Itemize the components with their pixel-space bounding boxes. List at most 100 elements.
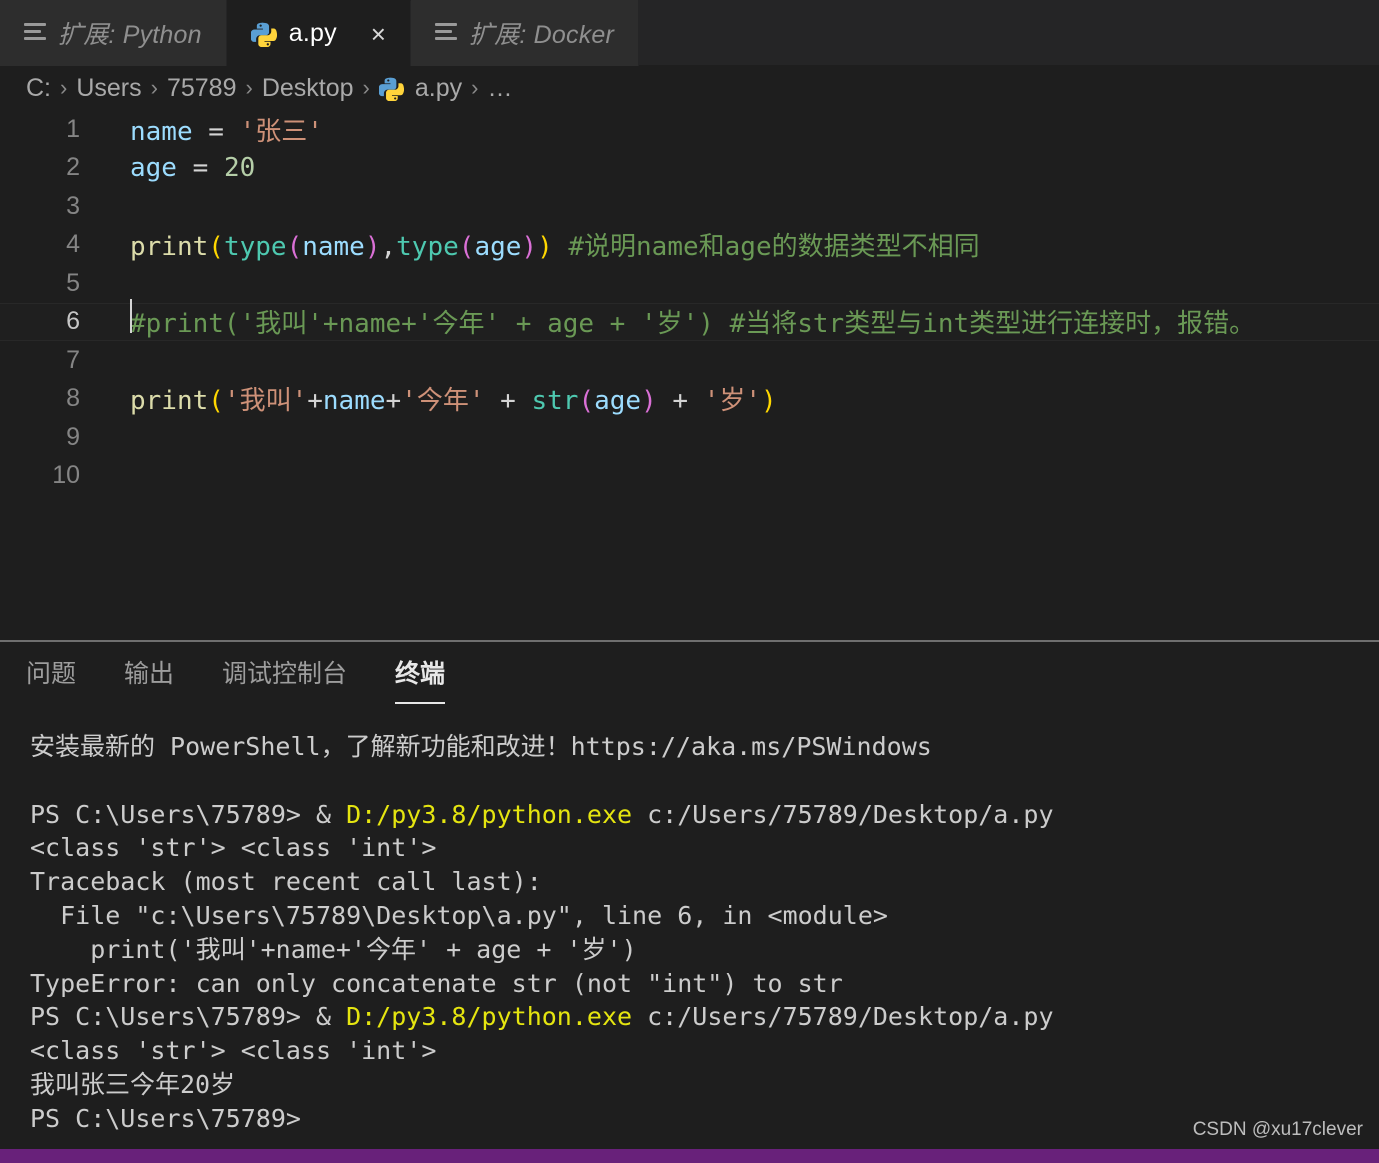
code-token: )	[641, 386, 657, 417]
code-token: name	[130, 116, 193, 147]
code-line[interactable]: 7	[0, 341, 1379, 380]
terminal-line: print('我叫'+name+'今年' + age + '岁')	[30, 933, 1379, 967]
code-token: str	[531, 386, 579, 417]
line-number: 7	[66, 345, 80, 374]
python-icon	[250, 21, 277, 48]
terminal-segment: PS C:\Users\75789>	[30, 1103, 301, 1133]
vscode-window: 扩展: Python a.py × 扩展: Docker C: › Users › 75789…	[0, 0, 1379, 1163]
panel-tab-1[interactable]: 输出	[124, 654, 196, 704]
code-token: '今年'	[401, 386, 485, 417]
code-token: age	[594, 386, 642, 417]
code-token: type	[396, 232, 459, 263]
panel-tab-3[interactable]: 终端	[395, 654, 467, 704]
editor-tab-extension-2[interactable]: 扩展: Docker	[410, 0, 640, 66]
line-number: 8	[66, 384, 80, 413]
editor-tab-label: 扩展: Python	[58, 21, 202, 49]
terminal-segment: <class 'str'> <class 'int'>	[30, 833, 437, 863]
status-bar[interactable]	[0, 1149, 1379, 1163]
code-token: +	[656, 386, 704, 417]
terminal-segment: c:/Users/75789/Desktop/a.py	[632, 799, 1054, 829]
breadcrumb-separator: ›	[150, 75, 158, 100]
code-line-text[interactable]: print(type(name),type(age)) #说明name和age的…	[92, 226, 1379, 263]
terminal-line: 我叫张三今年20岁	[30, 1068, 1379, 1102]
editor-tab-bar: 扩展: Python a.py × 扩展: Docker	[0, 0, 1379, 66]
list-icon	[434, 19, 457, 48]
terminal-segment: PS C:\Users\75789> &	[30, 799, 347, 829]
code-token: (	[208, 386, 224, 417]
code-token: )	[521, 232, 538, 263]
terminal-line: PS C:\Users\75789> & D:/py3.8/python.exe…	[30, 798, 1379, 832]
code-line-text[interactable]: name = '张三'	[92, 111, 1379, 148]
terminal-line: PS C:\Users\75789> & D:/py3.8/python.exe…	[30, 1000, 1379, 1034]
python-icon	[378, 77, 404, 101]
code-token: +	[484, 386, 532, 417]
code-editor[interactable]: 1 name = '张三' 2 age = 20 3 4 print(type(name),…	[0, 110, 1379, 640]
terminal-output[interactable]: 安装最新的 PowerShell，了解新功能和改进！https://aka.ms…	[0, 704, 1379, 1136]
terminal-line: TypeError: can only concatenate str (not…	[30, 967, 1379, 1001]
terminal-line: File "c:\Users\75789\Desktop\a.py", line…	[30, 899, 1379, 933]
code-line[interactable]: 8 print('我叫'+name+'今年' + str(age) + '岁')	[0, 380, 1379, 419]
editor-tab-label: a.py	[288, 19, 337, 47]
terminal-segment: PS C:\Users\75789> &	[30, 1002, 347, 1032]
code-token: (	[208, 232, 224, 263]
python-icon	[378, 76, 404, 101]
terminal-segment: D:/py3.8/python.exe	[346, 1002, 633, 1032]
terminal-line: PS C:\Users\75789>	[30, 1102, 1379, 1136]
breadcrumb-item[interactable]: 75789	[167, 74, 237, 103]
terminal-segment: Traceback (most recent call last):	[30, 867, 542, 897]
code-line-text[interactable]: print('我叫'+name+'今年' + str(age) + '岁')	[92, 380, 1379, 417]
line-number: 4	[66, 230, 80, 259]
line-number: 10	[52, 461, 80, 490]
editor-tab-extension-0[interactable]: 扩展: Python	[0, 0, 227, 66]
panel-tab-list: 问题 输出 调试控制台 终端	[0, 642, 1379, 704]
code-token: age	[130, 152, 177, 183]
breadcrumb-item[interactable]: a.py	[415, 74, 462, 103]
editor-tab-a-py[interactable]: a.py ×	[226, 0, 411, 66]
breadcrumb-item[interactable]: C:	[26, 74, 51, 103]
code-line[interactable]: 5	[0, 264, 1379, 303]
code-token: name	[302, 232, 365, 263]
code-token: name	[322, 386, 386, 417]
code-line[interactable]: 9	[0, 418, 1379, 457]
code-token: #print('我叫'+name+'今年' + age + '岁') #当将st…	[130, 309, 1256, 340]
breadcrumb-separator: ›	[362, 75, 370, 100]
code-token: '张三'	[239, 116, 323, 147]
terminal-line: Traceback (most recent call last):	[30, 865, 1379, 899]
breadcrumb-item[interactable]: Desktop	[262, 74, 354, 103]
code-token: type	[223, 232, 287, 263]
close-icon[interactable]: ×	[371, 21, 386, 47]
code-line[interactable]: 1 name = '张三'	[0, 110, 1379, 149]
code-token: (	[578, 386, 595, 417]
line-number: 6	[66, 307, 80, 336]
breadcrumb-item[interactable]: Users	[76, 74, 141, 103]
python-icon	[250, 22, 277, 48]
terminal-segment: 安装最新的 PowerShell，了解新功能和改进！https://aka.ms…	[30, 732, 932, 761]
code-line[interactable]: 2 age = 20	[0, 149, 1379, 188]
line-number: 5	[66, 268, 80, 297]
terminal-line: <class 'str'> <class 'int'>	[30, 831, 1379, 865]
panel-tab-0[interactable]: 问题	[26, 654, 98, 704]
code-token: =	[176, 152, 224, 183]
code-line[interactable]: 3	[0, 187, 1379, 226]
terminal-line: <class 'str'> <class 'int'>	[30, 1034, 1379, 1068]
terminal-segment: <class 'str'> <class 'int'>	[30, 1036, 437, 1066]
code-token: print	[130, 232, 209, 263]
terminal-segment: print('我叫'+name+'今年' + age + '岁')	[30, 934, 637, 964]
panel-tab-2[interactable]: 调试控制台	[222, 654, 369, 704]
code-line-text[interactable]: age = 20	[92, 153, 1379, 183]
code-line[interactable]: 10	[0, 457, 1379, 496]
breadcrumb-item[interactable]: …	[487, 74, 512, 103]
code-line[interactable]: 6 #print('我叫'+name+'今年' + age + '岁') #当将s…	[0, 299, 1379, 341]
breadcrumb-separator: ›	[60, 75, 68, 100]
code-line[interactable]: 4 print(type(name),type(age)) #说明name和age…	[0, 226, 1379, 265]
code-token: )	[761, 386, 777, 417]
code-line-text[interactable]: #print('我叫'+name+'今年' + age + '岁') #当将st…	[92, 299, 1379, 340]
list-icon	[24, 21, 46, 41]
terminal-segment: D:/py3.8/python.exe	[346, 799, 633, 829]
breadcrumb-separator: ›	[471, 75, 479, 100]
code-token: )	[537, 232, 553, 263]
code-token: #说明name和age的数据类型不相同	[568, 232, 980, 263]
terminal-segment: 我叫张三今年20岁	[30, 1069, 236, 1099]
